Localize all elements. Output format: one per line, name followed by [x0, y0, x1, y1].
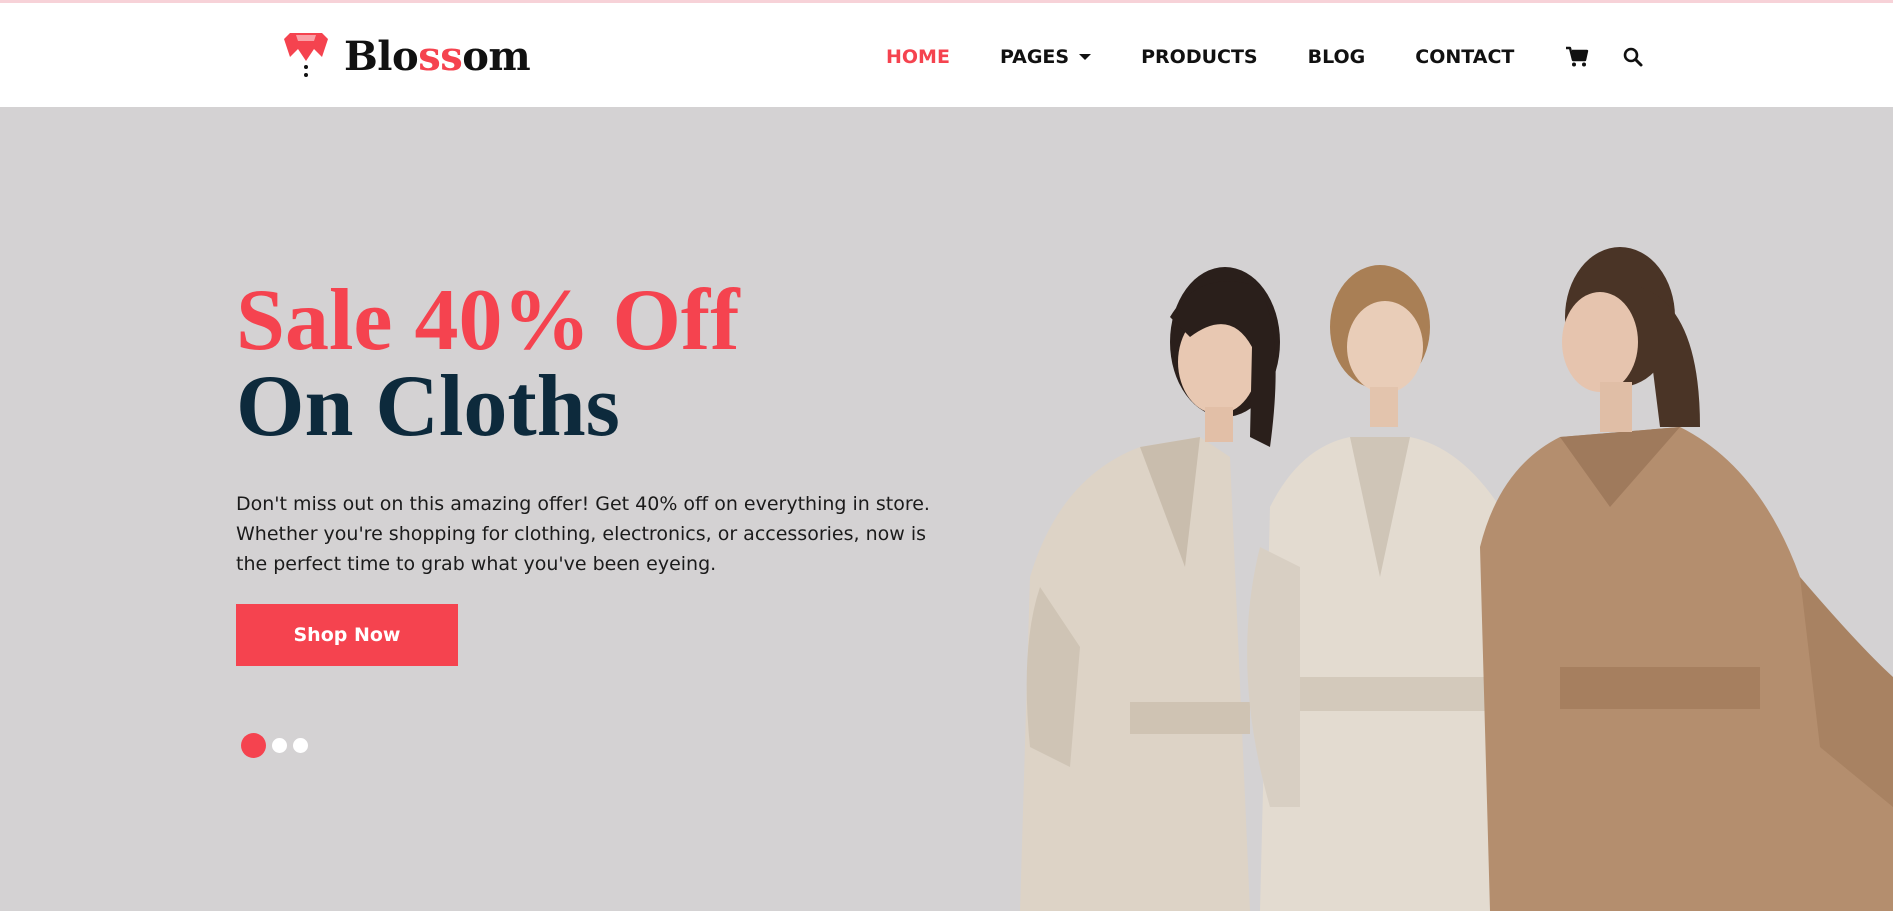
- brand-name: Blossom: [344, 33, 531, 80]
- nav-blog[interactable]: BLOG: [1308, 46, 1366, 68]
- nav-home[interactable]: HOME: [886, 46, 950, 68]
- hero-description: Don't miss out on this amazing offer! Ge…: [236, 493, 930, 575]
- site-header: Blossom HOME PAGES PRODUCTS BLOG CONTACT: [0, 3, 1893, 107]
- chevron-down-icon: [1079, 54, 1092, 60]
- nav-pages[interactable]: PAGES: [999, 46, 1092, 68]
- model-right: [1480, 247, 1893, 911]
- nav-contact[interactable]: CONTACT: [1415, 46, 1514, 68]
- hero-banner: Sale 40% Off On Cloths Don't miss out on…: [0, 107, 1893, 911]
- main-nav: HOME PAGES PRODUCTS BLOG CONTACT: [886, 37, 1676, 77]
- nav-products[interactable]: PRODUCTS: [1141, 46, 1258, 68]
- shirt-collar-logo-icon: [284, 33, 328, 77]
- hero-headline-sale: Sale 40% Off: [236, 272, 740, 369]
- slider-dots: [241, 733, 308, 758]
- model-left: [1020, 267, 1280, 911]
- nav-pages-label: PAGES: [999, 46, 1070, 68]
- slider-dot-1[interactable]: [241, 733, 266, 758]
- brand-logo[interactable]: Blossom: [276, 27, 531, 87]
- cart-icon[interactable]: [1564, 44, 1590, 70]
- slider-dot-2[interactable]: [272, 738, 287, 753]
- search-icon[interactable]: [1620, 44, 1646, 70]
- model-middle: [1247, 265, 1520, 911]
- hero-models-image: [1020, 247, 1893, 911]
- page: Blossom HOME PAGES PRODUCTS BLOG CONTACT: [0, 0, 1893, 911]
- slider-dot-3[interactable]: [293, 738, 308, 753]
- shop-now-button[interactable]: Shop Now: [236, 604, 458, 666]
- hero-headline-cloths: On Cloths: [236, 358, 620, 455]
